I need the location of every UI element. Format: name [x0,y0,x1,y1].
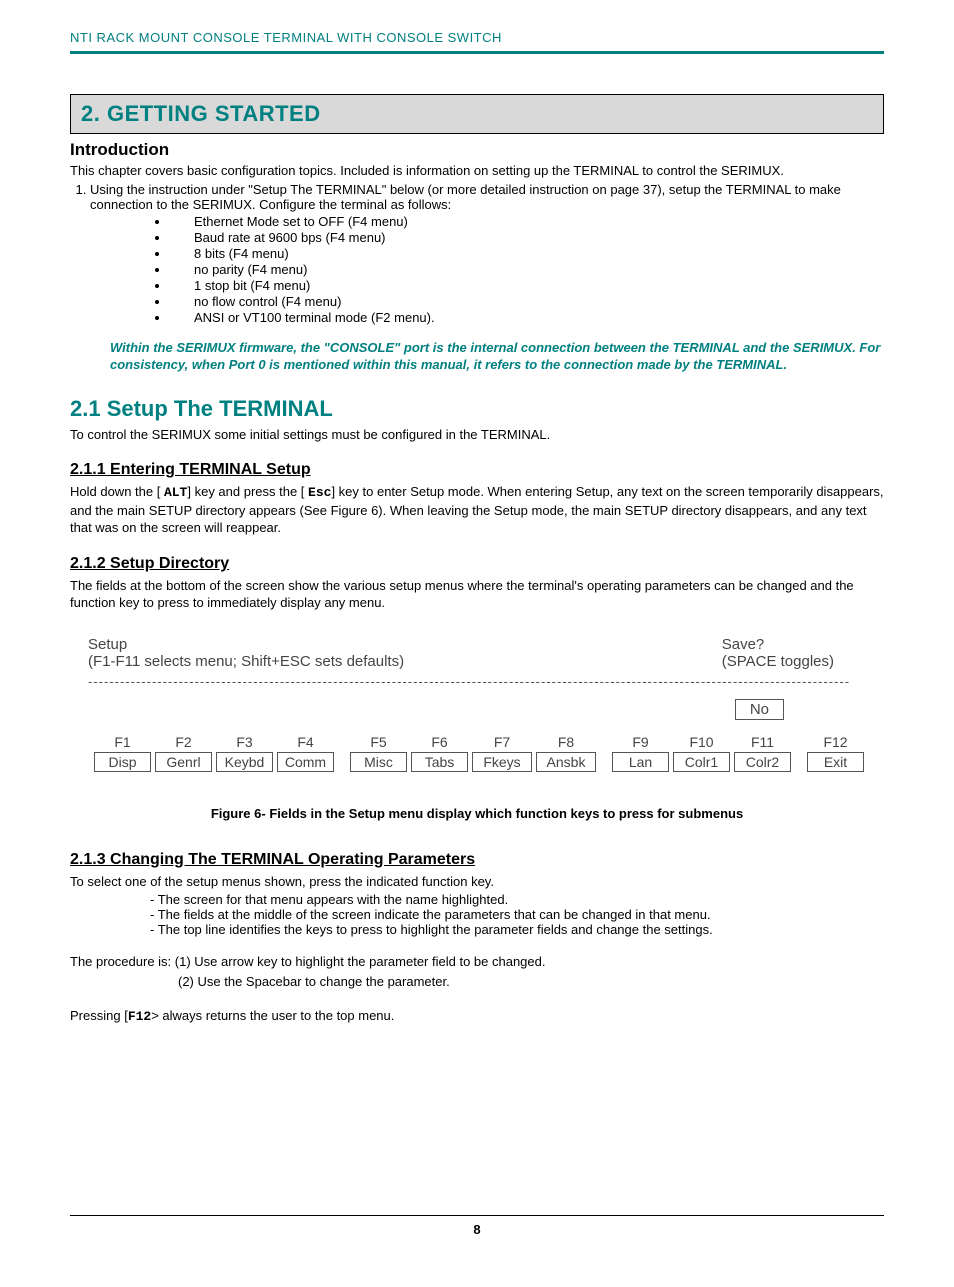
fkey-label: F11 [751,734,774,750]
text-fragment: ] key and press the [ [187,484,308,499]
fkey-box-ansbk: Ansbk [536,752,596,772]
firmware-note: Within the SERIMUX firmware, the "CONSOL… [110,339,884,374]
fkey-box-genrl: Genrl [155,752,212,772]
intro-step-1: Using the instruction under "Setup The T… [90,182,884,212]
key-esc: Esc [308,485,331,500]
config-bullet-list: Ethernet Mode set to OFF (F4 menu) Baud … [170,214,884,325]
intro-steps: Using the instruction under "Setup The T… [90,182,884,212]
config-bullet: no parity (F4 menu) [170,262,884,277]
section-2-1-3-paragraph: To select one of the setup menus shown, … [70,873,884,891]
fkey-box-comm: Comm [277,752,334,772]
procedure-line-1: The procedure is: (1) Use arrow key to h… [70,953,884,971]
section-2-1-2-paragraph: The fields at the bottom of the screen s… [70,577,884,612]
fkey-label: F1 [114,734,130,750]
save-subtitle: (SPACE toggles) [722,653,834,670]
key-f12: F12 [128,1009,151,1024]
fkey-label: F9 [632,734,648,750]
procedure-line-2: (2) Use the Spacebar to change the param… [178,973,884,991]
fkey-label: F7 [494,734,510,750]
fkey-box-fkeys: Fkeys [472,752,532,772]
text-fragment: > always returns the user to the top men… [151,1008,394,1023]
fkey-box-colr2: Colr2 [734,752,791,772]
figure-6-caption: Figure 6- Fields in the Setup menu displ… [70,806,884,821]
text-fragment: Hold down the [ [70,484,164,499]
introduction-heading: Introduction [70,140,884,160]
figure-6: Setup (F1-F11 selects menu; Shift+ESC se… [70,630,884,821]
fkey-label: F3 [236,734,252,750]
save-toggle-value: No [735,699,784,720]
section-2-1-3-heading: 2.1.3 Changing The TERMINAL Operating Pa… [70,851,884,869]
fkey-label: F4 [297,734,313,750]
config-bullet: 1 stop bit (F4 menu) [170,278,884,293]
fkey-box-tabs: Tabs [411,752,468,772]
config-bullet: ANSI or VT100 terminal mode (F2 menu). [170,310,884,325]
text-fragment: Pressing [ [70,1008,128,1023]
header-rule [70,51,884,54]
fkey-box-colr1: Colr1 [673,752,730,772]
section-2-1-1-paragraph: Hold down the [ ALT] key and press the [… [70,483,884,537]
config-bullet: Ethernet Mode set to OFF (F4 menu) [170,214,884,229]
page-number: 8 [70,1215,884,1237]
f12-note: Pressing [F12> always returns the user t… [70,1007,884,1026]
fkey-box-disp: Disp [94,752,151,772]
section-2-1-2-heading: 2.1.2 Setup Directory [70,555,884,573]
save-toggle-row: No [88,699,874,720]
fkey-box-exit: Exit [807,752,864,772]
config-bullet: 8 bits (F4 menu) [170,246,884,261]
list-item: - The top line identifies the keys to pr… [150,922,884,937]
section-2-1-heading: 2.1 Setup The TERMINAL [70,396,884,422]
fkey-label: F12 [823,734,847,750]
fkey-box-keybd: Keybd [216,752,273,772]
chapter-title-box: 2. GETTING STARTED [70,94,884,134]
intro-paragraph: This chapter covers basic configuration … [70,162,884,180]
fkey-label: F10 [689,734,713,750]
config-bullet: Baud rate at 9600 bps (F4 menu) [170,230,884,245]
section-2-1-1-heading: 2.1.1 Entering TERMINAL Setup [70,461,884,479]
setup-title: Setup [88,636,404,653]
fkey-label: F2 [175,734,191,750]
fkey-label: F6 [431,734,447,750]
fkey-label: F5 [370,734,386,750]
menu-behavior-list: - The screen for that menu appears with … [150,892,884,937]
setup-subtitle: (F1-F11 selects menu; Shift+ESC sets def… [88,653,404,670]
fkey-box-misc: Misc [350,752,407,772]
config-bullet: no flow control (F4 menu) [170,294,884,309]
chapter-title: 2. GETTING STARTED [81,101,873,127]
fkey-box-lan: Lan [612,752,669,772]
fkey-label: F8 [558,734,574,750]
setup-menu-panel: Setup (F1-F11 selects menu; Shift+ESC se… [78,630,884,778]
function-key-row: F1 Disp F2 Genrl F3 Keybd F4 Comm F5 Misc F6 T… [88,734,874,772]
dash-separator: ----------------------------------------… [88,674,874,689]
key-alt: ALT [164,485,187,500]
list-item: - The screen for that menu appears with … [150,892,884,907]
header-product-line: NTI RACK MOUNT CONSOLE TERMINAL WITH CON… [70,30,884,45]
list-item: - The fields at the middle of the screen… [150,907,884,922]
section-2-1-paragraph: To control the SERIMUX some initial sett… [70,426,884,444]
save-title: Save? [722,636,834,653]
